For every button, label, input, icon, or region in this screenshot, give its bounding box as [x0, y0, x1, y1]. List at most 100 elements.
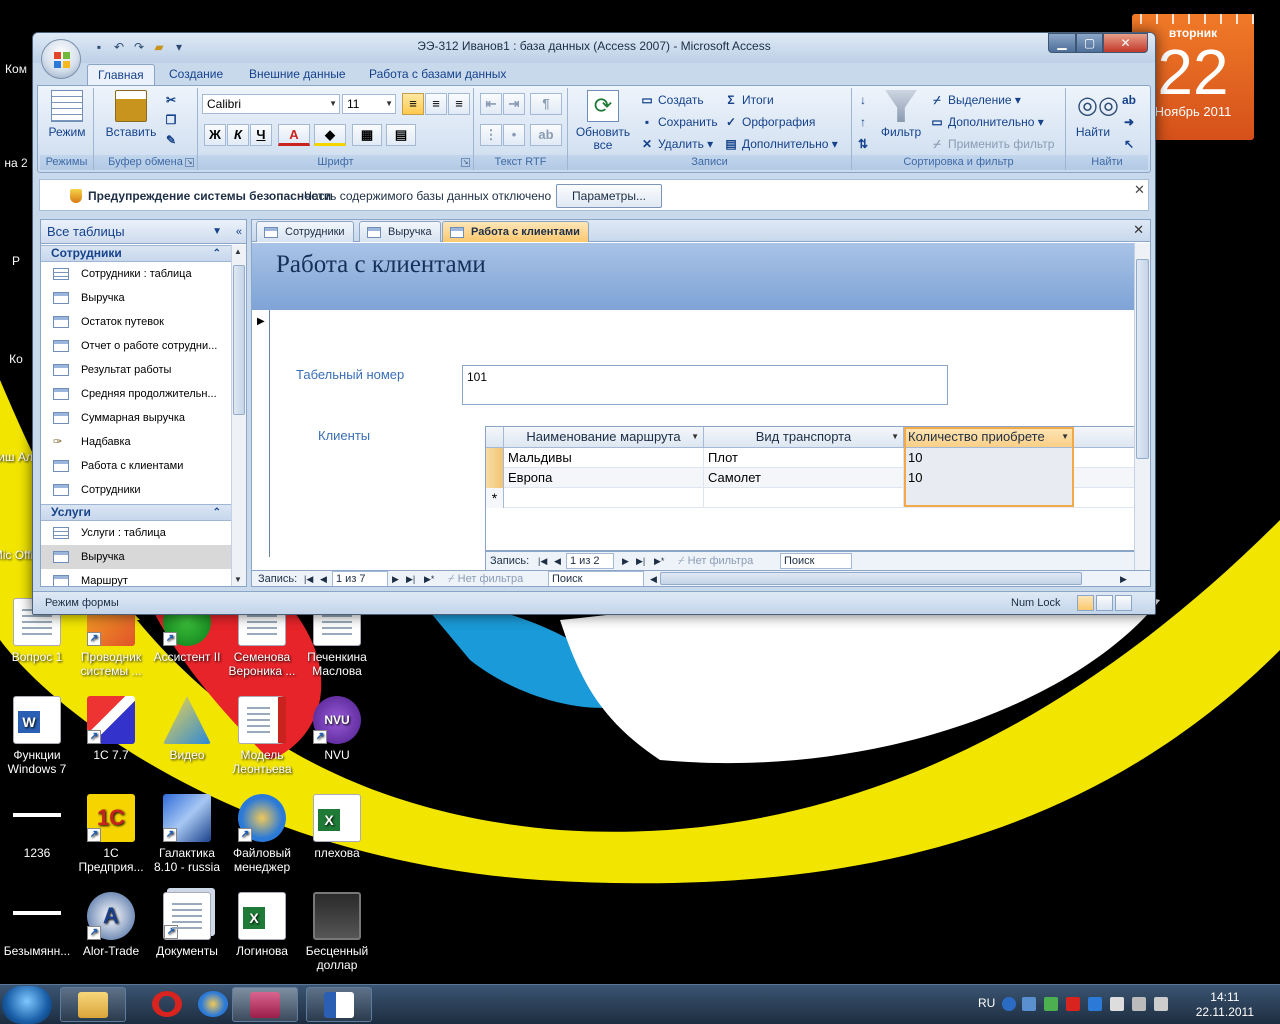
format-painter-button[interactable]: ✎: [164, 130, 182, 150]
layout-view-button[interactable]: [1096, 595, 1113, 611]
select-button[interactable]: ↖: [1122, 134, 1140, 154]
language-indicator[interactable]: RU: [978, 996, 995, 1010]
undo-icon[interactable]: ↶: [111, 39, 127, 55]
italic-button[interactable]: К: [227, 124, 249, 146]
desktop-icon-plekhova[interactable]: плехова: [299, 794, 375, 860]
table-row[interactable]: Европа Самолет 10: [486, 468, 1134, 488]
bluetooth-tray-icon[interactable]: [1088, 997, 1102, 1011]
nav-item-average-duration[interactable]: Средняя продолжительн...: [41, 382, 231, 406]
ribbon-tab-create[interactable]: Создание: [159, 64, 233, 85]
cell-transport[interactable]: Самолет: [704, 468, 904, 488]
clear-sort-button[interactable]: ⇅: [856, 134, 874, 154]
nav-item-employees-table[interactable]: Сотрудники : таблица: [41, 262, 231, 286]
nav-pane-scrollbar[interactable]: ▲ ▼: [231, 245, 246, 586]
nav-item-revenue[interactable]: Выручка: [41, 286, 231, 310]
flag-tray-icon[interactable]: [1110, 997, 1124, 1011]
replace-button[interactable]: ab: [1122, 90, 1140, 110]
save-record-button[interactable]: ▪ Сохранить: [640, 112, 718, 132]
alternate-fill-button[interactable]: ▤: [386, 124, 416, 146]
ribbon-tab-home[interactable]: Главная: [87, 64, 155, 85]
cell-quantity-new[interactable]: [904, 488, 1074, 508]
column-header-transport[interactable]: Вид транспорта ▼: [704, 427, 904, 447]
new-record-row[interactable]: *: [486, 488, 1134, 508]
apply-filter-button[interactable]: ⌿ Применить фильтр: [930, 134, 1054, 154]
office-button[interactable]: [41, 39, 81, 79]
desktop-icon-1c77[interactable]: ↗ 1С 7.7: [73, 696, 149, 762]
no-filter-button[interactable]: ⌿ Нет фильтра: [448, 571, 523, 586]
underline-button[interactable]: Ч: [250, 124, 272, 146]
clock[interactable]: 14:11 22.11.2011: [1196, 990, 1254, 1020]
close-icon[interactable]: ✕: [1134, 182, 1148, 198]
numbering-button[interactable]: ⋮: [480, 124, 502, 146]
copy-button[interactable]: ❐: [164, 110, 182, 130]
paste-button[interactable]: Вставить: [100, 90, 162, 139]
cell-route-new[interactable]: [504, 488, 704, 508]
align-center-button[interactable]: ≡: [425, 93, 447, 115]
search-input[interactable]: Поиск: [780, 553, 852, 569]
desktop-icon-video[interactable]: Видео: [149, 696, 225, 762]
cell-route[interactable]: Европа: [504, 468, 704, 488]
spelling-button[interactable]: ✓ Орфография: [724, 112, 815, 132]
last-record-icon[interactable]: ▶|: [636, 552, 645, 570]
scroll-up-icon[interactable]: ▲: [234, 247, 242, 256]
nav-group-services[interactable]: Услуги ⌃: [41, 504, 231, 521]
create-record-button[interactable]: ▭ Создать: [640, 90, 703, 110]
design-view-button[interactable]: [1115, 595, 1132, 611]
chevron-down-icon[interactable]: ▼: [691, 427, 699, 447]
dialog-launcher-icon[interactable]: ↘: [461, 158, 470, 167]
tabnum-field[interactable]: 101: [462, 365, 948, 405]
goto-button[interactable]: ➜: [1122, 112, 1140, 132]
scroll-left-icon[interactable]: ◀: [650, 571, 657, 586]
close-document-icon[interactable]: ✕: [1133, 222, 1144, 238]
desktop-icon-nvu[interactable]: NVU ↗ NVU: [299, 696, 375, 762]
doc-tab-revenue[interactable]: Выручка: [359, 221, 441, 242]
taskbar-word[interactable]: [306, 987, 372, 1022]
column-header-quantity[interactable]: Количество приобрете ▼: [904, 427, 1074, 447]
prev-record-icon[interactable]: ◀: [320, 571, 327, 586]
form-view-button[interactable]: [1077, 595, 1094, 611]
taskbar-explorer[interactable]: [60, 987, 126, 1022]
refresh-all-button[interactable]: ⟳ Обновить все: [572, 90, 634, 152]
nav-item-total-revenue[interactable]: Суммарная выручка: [41, 406, 231, 430]
new-record-icon[interactable]: ▶*: [654, 552, 664, 570]
font-color-button[interactable]: А: [278, 124, 310, 146]
desktop-icon-galaktika[interactable]: ↗ Галактика 8.10 - russia: [149, 794, 225, 874]
font-size-select[interactable]: 11 ▼: [342, 94, 396, 114]
decrease-indent-button[interactable]: ⇤: [480, 93, 502, 115]
desktop-icon-loginova[interactable]: Логинова: [224, 892, 300, 958]
nav-item-remaining-vouchers[interactable]: Остаток путевок: [41, 310, 231, 334]
first-record-icon[interactable]: |◀: [304, 571, 313, 586]
sort-ascending-button[interactable]: ↓: [856, 90, 874, 110]
last-record-icon[interactable]: ▶|: [406, 571, 415, 586]
desktop-icon-untitled[interactable]: Безымянн...: [0, 892, 75, 958]
nav-item-services-table[interactable]: Услуги : таблица: [41, 521, 231, 545]
cell-transport[interactable]: Плот: [704, 448, 904, 468]
totals-button[interactable]: Σ Итоги: [724, 90, 773, 110]
scrollbar-thumb[interactable]: [233, 265, 245, 415]
bullets-button[interactable]: •: [503, 124, 525, 146]
sort-descending-button[interactable]: ↑: [856, 112, 874, 132]
increase-indent-button[interactable]: ⇥: [503, 93, 525, 115]
nav-item-employees-form[interactable]: Сотрудники: [41, 478, 231, 502]
search-input[interactable]: Поиск: [548, 571, 644, 586]
desktop-icon-leontiev[interactable]: Модель Леонтьева: [224, 696, 300, 776]
cut-button[interactable]: ✂: [164, 90, 182, 110]
ribbon-tab-database-tools[interactable]: Работа с базами данных: [359, 64, 516, 85]
form-vertical-scrollbar[interactable]: [1134, 243, 1150, 570]
bold-button[interactable]: Ж: [204, 124, 226, 146]
nav-item-services-revenue[interactable]: Выручка: [41, 545, 231, 569]
align-right-button[interactable]: ≡: [448, 93, 470, 115]
start-button[interactable]: [2, 986, 52, 1024]
record-selector[interactable]: ▶: [252, 310, 270, 557]
dialog-launcher-icon[interactable]: ↘: [185, 158, 194, 167]
desktop-icon-alor-trade[interactable]: A ↗ Alor-Trade: [73, 892, 149, 958]
desktop-icon-documents[interactable]: ↗ Документы: [149, 892, 225, 958]
cell-transport-new[interactable]: [704, 488, 904, 508]
maximize-button[interactable]: ▢: [1076, 33, 1103, 53]
taskbar-access[interactable]: [232, 987, 298, 1022]
network-tray-icon[interactable]: [1022, 997, 1036, 1011]
gridlines-button[interactable]: ▦: [352, 124, 382, 146]
selection-button[interactable]: ⌿ Выделение ▾: [930, 90, 1021, 110]
scroll-down-icon[interactable]: ▼: [234, 575, 242, 584]
row-selector[interactable]: [486, 468, 504, 488]
